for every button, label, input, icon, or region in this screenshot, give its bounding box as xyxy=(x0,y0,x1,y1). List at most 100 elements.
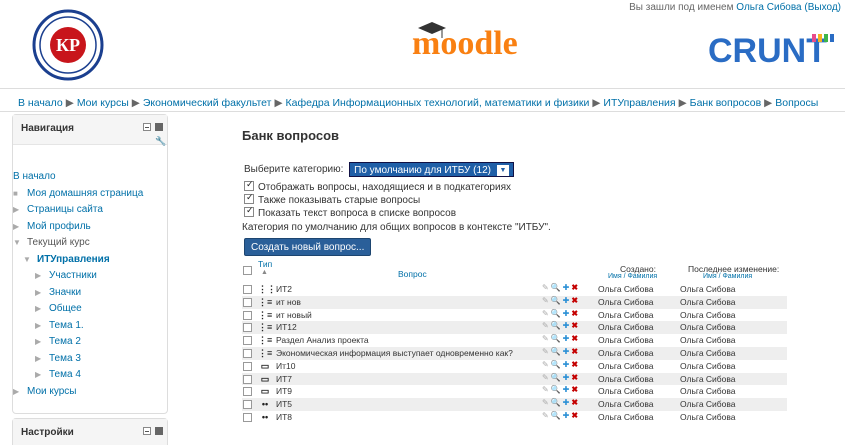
delete-icon[interactable]: ✖ xyxy=(571,373,578,382)
checkbox-old-questions[interactable] xyxy=(244,192,254,204)
nav-item-current-course[interactable]: ▼ Текущий курс xyxy=(13,235,167,252)
row-checkbox[interactable] xyxy=(243,285,252,294)
edit-icon[interactable]: ✎ xyxy=(542,347,549,356)
option-show-old[interactable]: Также показывать старые вопросы xyxy=(244,192,420,206)
preview-icon[interactable]: 🔍 xyxy=(551,411,561,420)
user-profile-link[interactable]: Ольга Сибова xyxy=(736,2,801,13)
move-icon[interactable]: ✚ xyxy=(563,334,570,343)
preview-icon[interactable]: 🔍 xyxy=(551,309,561,318)
preview-icon[interactable]: 🔍 xyxy=(551,360,561,369)
nav-item-badges[interactable]: ▶ Значки xyxy=(13,285,167,302)
move-icon[interactable]: ✚ xyxy=(563,398,570,407)
delete-icon[interactable]: ✖ xyxy=(571,309,578,318)
preview-icon[interactable]: 🔍 xyxy=(551,296,561,305)
delete-icon[interactable]: ✖ xyxy=(571,360,578,369)
nav-item-topic-2[interactable]: ▶ Тема 2 xyxy=(13,334,167,351)
row-checkbox[interactable] xyxy=(243,412,252,422)
nav-item-my-courses[interactable]: ▶ Мои курсы xyxy=(13,384,167,401)
move-icon[interactable]: ✚ xyxy=(563,296,570,305)
col-created-sort[interactable]: Имя / Фамилия xyxy=(608,273,657,280)
move-icon[interactable]: ✚ xyxy=(563,411,570,420)
breadcrumb-faculty[interactable]: Экономический факультет xyxy=(143,97,272,109)
nav-item-course-itu[interactable]: ▼ ИТУправления xyxy=(13,252,167,269)
edit-icon[interactable]: ✎ xyxy=(542,334,549,343)
move-icon[interactable]: ✚ xyxy=(563,373,570,382)
checkbox-subcategories[interactable] xyxy=(244,179,254,191)
preview-icon[interactable]: 🔍 xyxy=(551,283,561,292)
breadcrumb-questions[interactable]: Вопросы xyxy=(775,97,818,109)
minimize-icon[interactable] xyxy=(143,427,151,435)
university-logo[interactable]: КР xyxy=(18,8,118,82)
delete-icon[interactable]: ✖ xyxy=(571,411,578,420)
col-type-header[interactable]: Тип xyxy=(258,259,272,269)
minimize-icon[interactable] xyxy=(143,123,151,131)
preview-icon[interactable]: 🔍 xyxy=(551,334,561,343)
create-question-button[interactable]: Создать новый вопрос... xyxy=(244,238,372,256)
breadcrumb-my-courses[interactable]: Мои курсы xyxy=(77,97,129,109)
move-icon[interactable]: ✚ xyxy=(563,385,570,394)
delete-icon[interactable]: ✖ xyxy=(571,296,578,305)
select-all-checkbox[interactable] xyxy=(243,266,252,275)
edit-icon[interactable]: ✎ xyxy=(542,373,549,382)
breadcrumb-department[interactable]: Кафедра Информационных технологий, матем… xyxy=(286,97,590,109)
move-icon[interactable]: ✚ xyxy=(563,283,570,292)
edit-icon[interactable]: ✎ xyxy=(542,385,549,394)
delete-icon[interactable]: ✖ xyxy=(571,334,578,343)
crunt-logo[interactable]: CRUNT xyxy=(708,28,838,72)
moodle-logo[interactable]: moodle xyxy=(408,14,558,64)
preview-icon[interactable]: 🔍 xyxy=(551,347,561,356)
sort-asc-icon[interactable]: ▲ xyxy=(261,269,268,276)
move-icon[interactable]: ✚ xyxy=(563,309,570,318)
row-checkbox[interactable] xyxy=(243,400,252,410)
dock-icon[interactable] xyxy=(155,427,163,435)
edit-icon[interactable]: ✎ xyxy=(542,398,549,407)
delete-icon[interactable]: ✖ xyxy=(571,321,578,330)
preview-icon[interactable]: 🔍 xyxy=(551,373,561,382)
edit-icon[interactable]: ✎ xyxy=(542,296,549,305)
delete-icon[interactable]: ✖ xyxy=(571,398,578,407)
nav-item-site-pages[interactable]: ▶ Страницы сайта xyxy=(13,202,167,219)
col-question-header[interactable]: Вопрос xyxy=(398,269,427,279)
edit-icon[interactable]: ✎ xyxy=(542,411,549,420)
delete-icon[interactable]: ✖ xyxy=(571,347,578,356)
nav-item-topic-1[interactable]: ▶ Тема 1. xyxy=(13,318,167,335)
option-show-subcategories[interactable]: Отображать вопросы, находящиеся и в подк… xyxy=(244,179,511,193)
nav-item-topic-4[interactable]: ▶ Тема 4 xyxy=(13,367,167,384)
move-icon[interactable]: ✚ xyxy=(563,360,570,369)
col-modified-sort[interactable]: Имя / Фамилия xyxy=(703,273,752,280)
row-checkbox[interactable] xyxy=(243,323,252,333)
nav-item-dashboard[interactable]: ■ Моя домашняя страница xyxy=(13,186,167,203)
nav-item-participants[interactable]: ▶ Участники xyxy=(13,268,167,285)
preview-icon[interactable]: 🔍 xyxy=(551,321,561,330)
row-checkbox[interactable] xyxy=(243,297,252,307)
logout-link[interactable]: (Выход) xyxy=(804,2,841,13)
wrench-icon[interactable]: 🔧 xyxy=(155,136,166,147)
nav-item-home[interactable]: В начало xyxy=(13,169,167,186)
row-checkbox[interactable] xyxy=(243,336,252,346)
dock-icon[interactable] xyxy=(155,123,163,131)
breadcrumb-question-bank[interactable]: Банк вопросов xyxy=(690,97,762,109)
preview-icon[interactable]: 🔍 xyxy=(551,385,561,394)
edit-icon[interactable]: ✎ xyxy=(542,283,549,292)
delete-icon[interactable]: ✖ xyxy=(571,385,578,394)
row-checkbox[interactable] xyxy=(243,348,252,358)
move-icon[interactable]: ✚ xyxy=(563,347,570,356)
category-select[interactable]: По умолчанию для ИТБУ (12) ▼ xyxy=(349,162,514,177)
nav-item-general[interactable]: ▶ Общее xyxy=(13,301,167,318)
edit-icon[interactable]: ✎ xyxy=(542,360,549,369)
row-checkbox[interactable] xyxy=(243,310,252,320)
option-show-text[interactable]: Показать текст вопроса в списке вопросов xyxy=(244,205,456,219)
row-checkbox[interactable] xyxy=(243,374,252,384)
move-icon[interactable]: ✚ xyxy=(563,321,570,330)
breadcrumb-home[interactable]: В начало xyxy=(18,97,63,109)
checkbox-question-text[interactable] xyxy=(244,205,254,217)
nav-item-topic-3[interactable]: ▶ Тема 3 xyxy=(13,351,167,368)
preview-icon[interactable]: 🔍 xyxy=(551,398,561,407)
row-checkbox[interactable] xyxy=(243,387,252,397)
edit-icon[interactable]: ✎ xyxy=(542,309,549,318)
row-checkbox[interactable] xyxy=(243,361,252,371)
delete-icon[interactable]: ✖ xyxy=(571,283,578,292)
breadcrumb-course[interactable]: ИТУправления xyxy=(603,97,675,109)
nav-item-profile[interactable]: ▶ Мой профиль xyxy=(13,219,167,236)
edit-icon[interactable]: ✎ xyxy=(542,321,549,330)
